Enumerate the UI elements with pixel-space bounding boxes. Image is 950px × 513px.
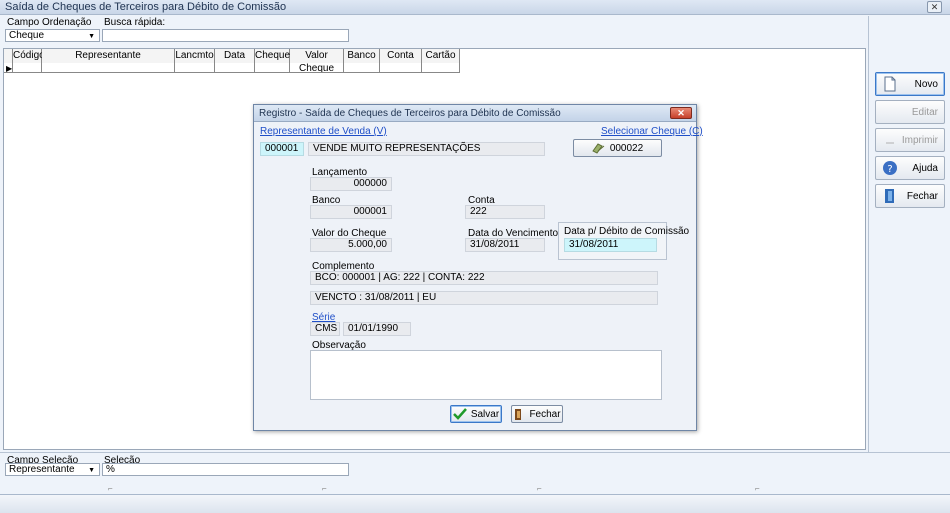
printer-icon — [886, 142, 894, 144]
complemento-line1: BCO: 000001 | AG: 222 | CONTA: 222 — [310, 271, 658, 285]
novo-button[interactable]: Novo — [875, 72, 945, 96]
col-lancmto[interactable]: Lancmto — [175, 49, 215, 63]
help-icon: ? — [883, 161, 897, 175]
dialog-titlebar: Registro - Saída de Cheques de Terceiros… — [254, 105, 696, 122]
imprimir-button[interactable]: Imprimir — [875, 128, 945, 152]
imprimir-label: Imprimir — [901, 134, 938, 146]
serie-code-field: CMS — [310, 322, 340, 336]
rep-code-field[interactable]: 000001 — [260, 142, 304, 156]
window-close-button[interactable]: ✕ — [927, 1, 942, 13]
debito-label: Data p/ Débito de Comissão — [564, 226, 690, 237]
row-pointer-icon: ▶ — [6, 64, 13, 73]
banco-field: 000001 — [310, 205, 392, 219]
col-valor-cheque[interactable]: Valor Cheque — [290, 49, 344, 74]
editar-button[interactable]: Editar — [875, 100, 945, 124]
window-title: Saída de Cheques de Terceiros para Débit… — [5, 1, 287, 13]
vencimento-field: 31/08/2011 — [465, 238, 545, 252]
selection-field-value: Representante — [9, 464, 75, 475]
splitter-grip: ⌐ — [322, 484, 327, 493]
svg-text:?: ? — [887, 164, 892, 175]
rep-name-field: VENDE MUITO REPRESENTAÇÕES — [308, 142, 545, 156]
col-codigo[interactable]: Código — [13, 49, 45, 63]
quick-search-input[interactable] — [102, 29, 349, 42]
col-conta[interactable]: Conta — [380, 49, 422, 63]
serie-date-field: 01/01/1990 — [343, 322, 411, 336]
debito-date-field[interactable]: 31/08/2011 — [564, 238, 657, 252]
dialog-title: Registro - Saída de Cheques de Terceiros… — [259, 108, 561, 119]
sort-field-label: Campo Ordenação — [7, 17, 92, 28]
selection-field-select[interactable]: Representante ▼ — [5, 463, 100, 476]
quick-search-label: Busca rápida: — [104, 17, 166, 28]
novo-label: Novo — [914, 78, 938, 90]
complemento-line2: VENCTO : 31/08/2011 | EU — [310, 291, 658, 305]
col-data[interactable]: Data — [215, 49, 255, 63]
window-titlebar: Saída de Cheques de Terceiros para Débit… — [0, 0, 950, 15]
new-document-icon — [884, 76, 896, 92]
col-cartao[interactable]: Cartão — [422, 49, 460, 63]
sort-field-select[interactable]: Cheque ▼ — [5, 29, 100, 42]
fechar-label: Fechar — [906, 190, 938, 202]
selecionar-cheque-link[interactable]: Selecionar Cheque (C) — [601, 126, 703, 137]
dialog-close-button[interactable]: ✕ — [670, 107, 692, 119]
ajuda-label: Ajuda — [912, 162, 938, 174]
splitter-grip: ⌐ — [537, 484, 542, 493]
chevron-down-icon: ▼ — [88, 467, 95, 474]
col-cheque[interactable]: Cheque — [255, 49, 290, 63]
fechar-button[interactable]: Fechar — [875, 184, 945, 208]
salvar-label: Salvar — [470, 408, 500, 420]
action-panel: Novo Editar Imprimir ? Ajuda Fechar — [868, 16, 950, 452]
editar-label: Editar — [911, 106, 938, 118]
col-representante[interactable]: Representante — [42, 49, 175, 63]
valor-cheque-field: 5.000,00 — [310, 238, 392, 252]
cheque-select-button[interactable]: 000022 — [573, 139, 662, 157]
observacao-textarea[interactable] — [310, 350, 662, 400]
registro-dialog: Registro - Saída de Cheques de Terceiros… — [253, 104, 703, 431]
splitter-grip: ⌐ — [108, 484, 113, 493]
grid-corner — [4, 49, 13, 63]
sort-field-value: Cheque — [9, 30, 45, 41]
splitter-grip: ⌐ — [755, 484, 760, 493]
conta-field: 222 — [465, 205, 545, 219]
exit-door-icon — [515, 408, 522, 420]
dialog-fechar-button[interactable]: Fechar — [511, 405, 563, 423]
selection-value-input[interactable]: % — [102, 463, 349, 476]
selection-bar: Campo Seleção Representante ▼ Seleção % — [0, 452, 950, 492]
ajuda-button[interactable]: ? Ajuda — [875, 156, 945, 180]
status-bar — [0, 494, 950, 513]
lancamento-field: 000000 — [310, 177, 392, 191]
row-indicator: ▶ — [4, 63, 13, 73]
col-banco[interactable]: Banco — [344, 49, 380, 63]
grid-header: Código Representante Lancmto Data Cheque… — [4, 49, 460, 74]
cheque-icon — [592, 143, 605, 154]
chevron-down-icon: ▼ — [88, 33, 95, 40]
cheque-number: 000022 — [609, 142, 644, 154]
representante-link[interactable]: Representante de Venda (V) — [260, 126, 387, 137]
dialog-fechar-label: Fechar — [529, 408, 561, 420]
salvar-button[interactable]: Salvar — [450, 405, 502, 423]
checkmark-icon — [452, 408, 467, 420]
exit-door-icon — [885, 189, 894, 203]
table-row[interactable]: ▶ — [4, 63, 460, 73]
